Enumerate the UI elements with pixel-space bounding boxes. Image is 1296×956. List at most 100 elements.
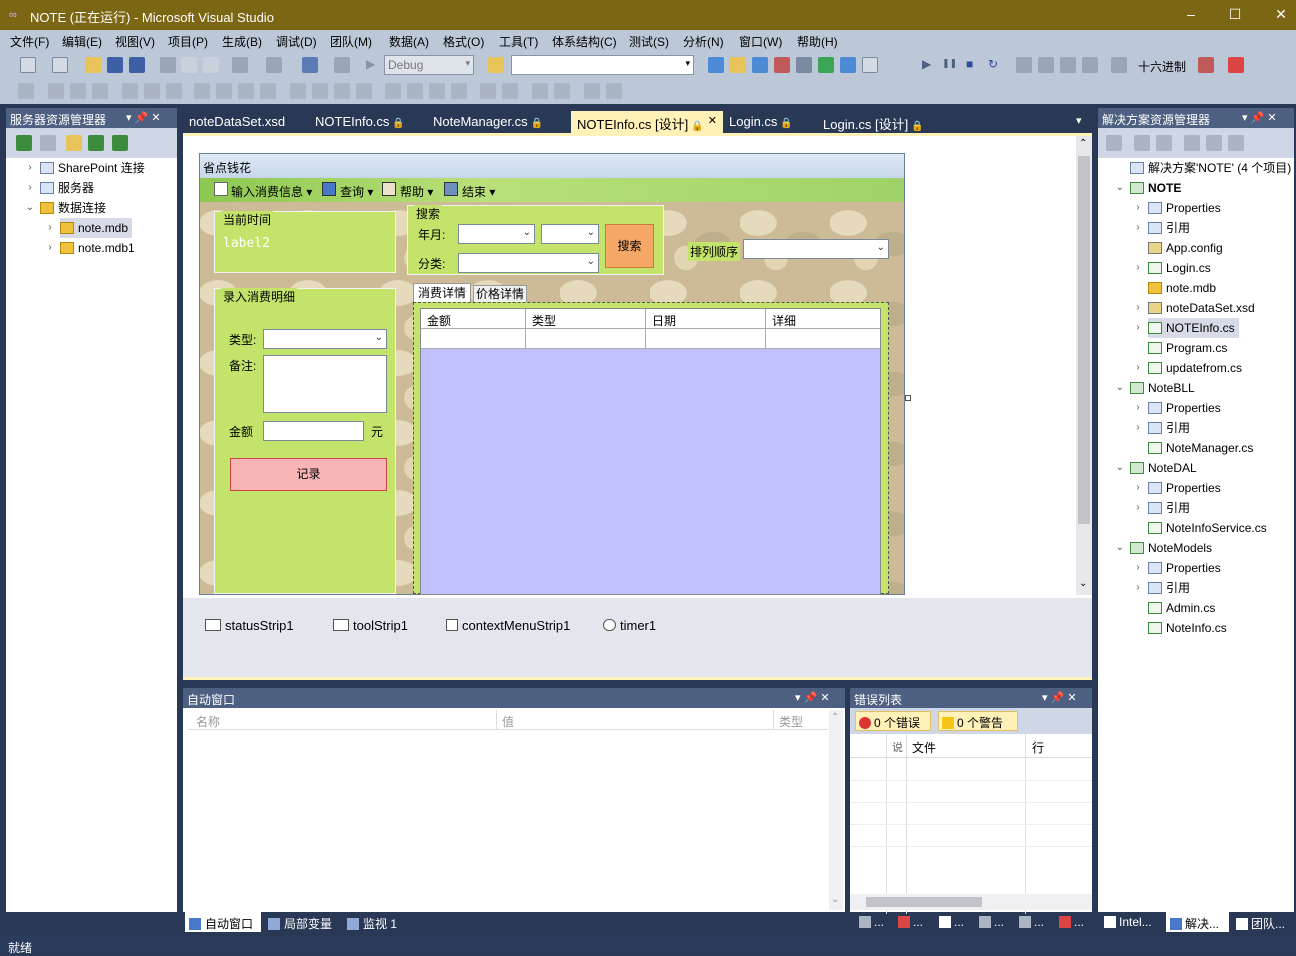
solution-item[interactable]: ⌄ NOTE bbox=[1116, 178, 1182, 198]
align-bottoms-icon[interactable] bbox=[166, 83, 182, 99]
column-header-file[interactable]: 文件 bbox=[912, 739, 936, 756]
menu-project[interactable]: 项目(P) bbox=[168, 33, 208, 50]
tools-icon[interactable] bbox=[796, 57, 812, 73]
tree-item-data-connections[interactable]: ⌄ 数据连接 bbox=[26, 198, 106, 218]
tree-item-sharepoint[interactable]: › SharePoint 连接 bbox=[28, 158, 144, 178]
panel-controls[interactable]: ▾ 📌 ✕ bbox=[1242, 111, 1277, 124]
tab-order-icon[interactable] bbox=[584, 83, 600, 99]
tab-login-cs[interactable]: Login.cs 🔒 bbox=[723, 111, 799, 133]
menu-help[interactable]: 帮助(H) bbox=[797, 33, 838, 50]
pause-icon[interactable]: ❚❚ bbox=[942, 58, 957, 69]
tab-error-list[interactable]: ... bbox=[1055, 912, 1088, 932]
copy-icon[interactable] bbox=[181, 57, 197, 73]
menu-format[interactable]: 格式(O) bbox=[443, 33, 484, 50]
column-header-value[interactable]: 值 bbox=[496, 710, 519, 730]
make-same-width-icon[interactable] bbox=[194, 83, 210, 99]
menu-team[interactable]: 团队(M) bbox=[330, 33, 372, 50]
find-combo[interactable]: ▾ bbox=[511, 55, 694, 75]
step-into-icon[interactable] bbox=[1016, 57, 1032, 73]
solution-item[interactable]: App.config bbox=[1148, 238, 1223, 258]
menu-exit[interactable]: 结束 ▾ bbox=[462, 183, 495, 200]
center-horizontally-icon[interactable] bbox=[480, 83, 496, 99]
tab-command-window[interactable]: ... bbox=[935, 912, 968, 932]
solution-item[interactable]: › 引用 bbox=[1136, 498, 1190, 518]
solution-item[interactable]: › 引用 bbox=[1136, 418, 1190, 438]
expand-icon[interactable]: › bbox=[1132, 298, 1144, 318]
expand-icon[interactable]: › bbox=[1132, 258, 1144, 278]
expand-icon[interactable]: › bbox=[1132, 418, 1144, 438]
expand-icon[interactable]: › bbox=[24, 158, 36, 178]
stop-icon[interactable]: ■ bbox=[966, 57, 973, 71]
expand-icon[interactable]: › bbox=[1132, 478, 1144, 498]
solution-item[interactable]: › NOTEInfo.cs bbox=[1136, 318, 1239, 338]
column-header-type[interactable]: 类型 bbox=[773, 710, 808, 730]
menu-test[interactable]: 测试(S) bbox=[629, 33, 669, 50]
expand-icon[interactable]: › bbox=[44, 218, 56, 238]
navigate-forward-icon[interactable] bbox=[334, 57, 350, 73]
configuration-combo[interactable]: Debug ▾ bbox=[384, 55, 474, 75]
lock-controls-icon[interactable] bbox=[606, 83, 622, 99]
solution-explorer-icon[interactable] bbox=[708, 57, 724, 73]
v-spacing-equal-icon[interactable] bbox=[385, 83, 401, 99]
tab-intellitrace[interactable]: Intel... bbox=[1100, 912, 1156, 932]
menu-edit[interactable]: 编辑(E) bbox=[62, 33, 102, 50]
expand-icon[interactable]: › bbox=[44, 238, 56, 258]
solution-item[interactable]: note.mdb bbox=[1148, 278, 1216, 298]
send-to-back-icon[interactable] bbox=[554, 83, 570, 99]
data-grid[interactable]: 金额 类型 日期 详细 bbox=[420, 308, 881, 595]
class-diagram-icon[interactable] bbox=[1228, 135, 1244, 151]
menu-data[interactable]: 数据(A) bbox=[389, 33, 429, 50]
grid-cell[interactable] bbox=[421, 329, 526, 349]
h-spacing-increase-icon[interactable] bbox=[312, 83, 328, 99]
show-threads-icon[interactable] bbox=[1198, 57, 1214, 73]
align-to-grid-icon[interactable] bbox=[18, 83, 34, 99]
view-code-icon[interactable] bbox=[1184, 135, 1200, 151]
solution-item[interactable]: NoteInfo.cs bbox=[1148, 618, 1227, 638]
center-vertically-icon[interactable] bbox=[502, 83, 518, 99]
step-over-icon[interactable] bbox=[1038, 57, 1054, 73]
cut-icon[interactable] bbox=[160, 57, 176, 73]
expand-icon[interactable]: › bbox=[24, 178, 36, 198]
navigate-back-icon[interactable] bbox=[302, 57, 318, 73]
solution-item[interactable]: Admin.cs bbox=[1148, 598, 1215, 618]
find-in-files-icon[interactable] bbox=[488, 57, 504, 73]
collapse-icon[interactable]: ⌄ bbox=[1114, 178, 1126, 198]
tab-breakpoints[interactable]: ... bbox=[894, 912, 927, 932]
bring-to-front-icon[interactable] bbox=[532, 83, 548, 99]
save-all-icon[interactable] bbox=[129, 57, 145, 73]
v-spacing-decrease-icon[interactable] bbox=[429, 83, 445, 99]
menu-build[interactable]: 生成(B) bbox=[222, 33, 262, 50]
designer-vscroll[interactable]: ⌃ ⌄ bbox=[1076, 136, 1092, 595]
column-header-name[interactable]: 名称 bbox=[196, 713, 220, 730]
solution-item[interactable]: › 引用 bbox=[1136, 578, 1190, 598]
expand-icon[interactable]: › bbox=[1132, 218, 1144, 238]
grid-cell[interactable] bbox=[526, 329, 646, 349]
close-button[interactable]: ✕ bbox=[1270, 4, 1292, 24]
start-debug-icon[interactable]: ▶ bbox=[366, 57, 375, 71]
solution-item[interactable]: › Properties bbox=[1136, 478, 1220, 498]
solution-item[interactable]: ⌄ NoteModels bbox=[1116, 538, 1212, 558]
tab-team-explorer[interactable]: 团队... bbox=[1232, 912, 1289, 932]
solution-item[interactable]: ⌄ NoteDAL bbox=[1116, 458, 1197, 478]
collapse-icon[interactable]: ⌄ bbox=[1114, 458, 1126, 478]
expand-icon[interactable]: › bbox=[1132, 398, 1144, 418]
redo-icon[interactable] bbox=[266, 57, 282, 73]
menu-debug[interactable]: 调试(D) bbox=[276, 33, 317, 50]
menu-window[interactable]: 窗口(W) bbox=[739, 33, 782, 50]
record-button[interactable]: 记录 bbox=[230, 458, 387, 491]
column-header-type[interactable]: 类型 bbox=[526, 309, 646, 329]
command-window-icon[interactable] bbox=[862, 57, 878, 73]
stop-refresh-icon[interactable] bbox=[40, 135, 56, 151]
solution-item[interactable]: Program.cs bbox=[1148, 338, 1227, 358]
close-tab-icon[interactable]: ✕ bbox=[708, 114, 717, 127]
column-header-description[interactable]: 说 bbox=[892, 739, 903, 755]
scroll-down-icon[interactable]: ⌄ bbox=[1079, 578, 1087, 589]
paste-icon[interactable] bbox=[203, 57, 219, 73]
object-browser-icon[interactable] bbox=[752, 57, 768, 73]
collapse-icon[interactable]: ⌄ bbox=[1114, 538, 1126, 558]
menu-input-info[interactable]: 输入消费信息 ▾ bbox=[231, 183, 312, 200]
refresh-icon[interactable] bbox=[1156, 135, 1172, 151]
connect-database-icon[interactable] bbox=[66, 135, 82, 151]
v-spacing-increase-icon[interactable] bbox=[407, 83, 423, 99]
component-timer[interactable]: timer1 bbox=[603, 618, 656, 633]
